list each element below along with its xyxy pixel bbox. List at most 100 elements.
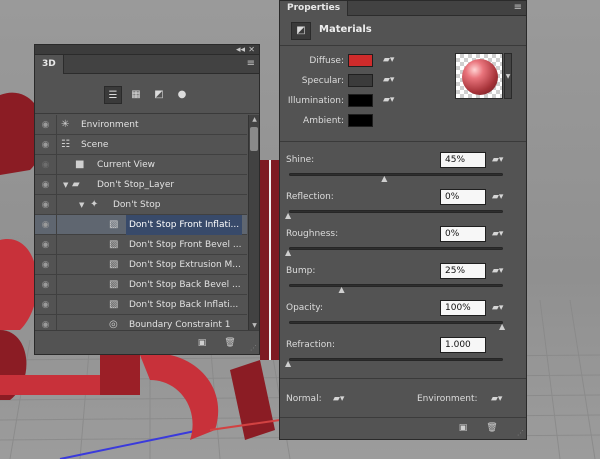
specular-texture-folder-icon[interactable]: ▰▾: [383, 74, 397, 86]
layer-name: Don't Stop Back Bevel ...: [129, 280, 241, 290]
expand-toggle-icon[interactable]: ▼: [63, 175, 68, 195]
visibility-eye-icon[interactable]: ◉: [35, 175, 57, 195]
refraction-slider-track[interactable]: [289, 358, 503, 361]
panel-menu-icon[interactable]: ≡: [247, 59, 255, 69]
panel-menu-icon[interactable]: ≡: [514, 3, 522, 13]
visibility-eye-icon[interactable]: ◉: [35, 155, 57, 175]
render-icon[interactable]: ▣: [456, 421, 470, 435]
section-header: ◩ Materials: [280, 16, 526, 46]
roughness-field[interactable]: 0%: [440, 226, 486, 242]
roughness-slider-thumb[interactable]: ▲: [285, 249, 293, 257]
bump-texture-folder-icon[interactable]: ▰▾: [492, 265, 506, 277]
visibility-eye-icon[interactable]: ◉: [35, 295, 57, 315]
reflection-slider-track[interactable]: [289, 210, 503, 213]
layer-name: Don't Stop_Layer: [97, 180, 175, 190]
layer-row[interactable]: ◉ ▧ Don't Stop Front Bevel ...: [35, 235, 247, 255]
diffuse-swatch[interactable]: [348, 54, 373, 67]
layer-name: Don't Stop: [113, 200, 161, 210]
shine-slider-track[interactable]: [289, 173, 503, 176]
diffuse-row: Diffuse:: [280, 54, 344, 68]
opacity-label: Opacity:: [286, 303, 323, 313]
delete-icon[interactable]: 🗑: [223, 336, 237, 350]
opacity-slider-thumb[interactable]: ▲: [499, 323, 507, 331]
double-chevron-icon[interactable]: ◂◂: [236, 45, 245, 55]
layer-row[interactable]: ◉ ✳ Environment: [35, 115, 247, 135]
refraction-slider-thumb[interactable]: ▲: [285, 360, 293, 368]
refraction-field[interactable]: 1.000: [440, 337, 486, 353]
reflection-slider-thumb[interactable]: ▲: [285, 212, 293, 220]
reflection-field[interactable]: 0%: [440, 189, 486, 205]
whole-scene-icon[interactable]: ☰: [104, 86, 122, 104]
constraint-icon: ◎: [109, 319, 118, 330]
illumination-label: Illumination:: [287, 96, 344, 106]
specular-label: Specular:: [301, 76, 344, 86]
new-item-icon[interactable]: ▣: [195, 336, 209, 350]
material-sphere-preview: [462, 59, 498, 95]
roughness-label: Roughness:: [286, 229, 339, 239]
expand-toggle-icon[interactable]: ▼: [79, 195, 84, 215]
layer-row[interactable]: ◉ ▼ ✦ Don't Stop: [35, 195, 247, 215]
illumination-swatch[interactable]: [348, 94, 373, 107]
tab-properties[interactable]: Properties: [280, 1, 349, 16]
tab-3d[interactable]: 3D: [35, 55, 64, 74]
ambient-row: Ambient:: [280, 114, 344, 128]
close-icon[interactable]: ✕: [248, 45, 255, 55]
layer-name: Don't Stop Extrusion M...: [129, 260, 241, 270]
visibility-eye-icon[interactable]: ◉: [35, 315, 57, 331]
camera-icon: ■: [75, 159, 85, 170]
scroll-thumb[interactable]: [250, 127, 258, 151]
material-preview[interactable]: [455, 53, 503, 99]
meshes-icon[interactable]: ▦: [127, 86, 145, 104]
normal-folder-icon[interactable]: ▰▾: [333, 393, 347, 405]
bump-field[interactable]: 25%: [440, 263, 486, 279]
shine-field[interactable]: 45%: [440, 152, 486, 168]
lights-icon[interactable]: ●: [173, 86, 191, 104]
diffuse-texture-folder-icon[interactable]: ▰▾: [383, 54, 397, 66]
layer-row[interactable]: ◉ ▧ Don't Stop Extrusion M...: [35, 255, 247, 275]
visibility-eye-icon[interactable]: ◉: [35, 215, 57, 235]
visibility-eye-icon[interactable]: ◉: [35, 115, 57, 135]
illumination-texture-folder-icon[interactable]: ▰▾: [383, 94, 397, 106]
panel-footer: ▣ 🗑 ⋰: [35, 330, 259, 354]
layer-row[interactable]: ◉ ◎ Boundary Constraint 1: [35, 315, 247, 331]
environment-folder-icon[interactable]: ▰▾: [491, 393, 505, 405]
specular-swatch[interactable]: [348, 74, 373, 87]
bump-slider-thumb[interactable]: ▲: [339, 286, 347, 294]
layer-row[interactable]: ◉ ■ Current View: [35, 155, 247, 175]
opacity-field[interactable]: 100%: [440, 300, 486, 316]
visibility-eye-icon[interactable]: ◉: [35, 135, 57, 155]
section-title: Materials: [319, 24, 372, 35]
layer-row[interactable]: ◉ ▧ Don't Stop Back Inflati...: [35, 295, 247, 315]
layer-row[interactable]: ◉ ▧ Don't Stop Front Inflati...: [35, 215, 247, 235]
layer-row[interactable]: ◉ ▧ Don't Stop Back Bevel ...: [35, 275, 247, 295]
layer-list-scrollbar[interactable]: ▲ ▼: [248, 115, 259, 331]
opacity-slider-track[interactable]: [289, 321, 503, 324]
opacity-texture-folder-icon[interactable]: ▰▾: [492, 302, 506, 314]
panel-titlebar[interactable]: ◂◂ ✕: [35, 45, 259, 55]
visibility-eye-icon[interactable]: ◉: [35, 275, 57, 295]
material-picker-chevron-icon[interactable]: ▼: [504, 53, 512, 99]
resize-grip-icon[interactable]: ⋰: [250, 344, 257, 352]
materials-icon[interactable]: ◩: [291, 22, 311, 40]
scroll-up-icon[interactable]: ▲: [249, 115, 260, 125]
shine-slider-thumb[interactable]: ▲: [381, 175, 389, 183]
resize-grip-icon[interactable]: ⋰: [517, 429, 524, 437]
layer-name: Environment: [81, 120, 139, 130]
reflection-texture-folder-icon[interactable]: ▰▾: [492, 191, 506, 203]
layer-row[interactable]: ◉ ▼ ▰ Don't Stop_Layer: [35, 175, 247, 195]
visibility-eye-icon[interactable]: ◉: [35, 195, 57, 215]
ambient-swatch[interactable]: [348, 114, 373, 127]
tab-bar: Properties ≡: [280, 1, 526, 16]
shine-texture-folder-icon[interactable]: ▰▾: [492, 154, 506, 166]
roughness-texture-folder-icon[interactable]: ▰▾: [492, 228, 506, 240]
visibility-eye-icon[interactable]: ◉: [35, 235, 57, 255]
materials-icon[interactable]: ◩: [150, 86, 168, 104]
layer-name: Boundary Constraint 1: [129, 320, 231, 330]
layer-row[interactable]: ◉ ☷ Scene: [35, 135, 247, 155]
folder-icon: ▰: [72, 179, 80, 190]
delete-icon[interactable]: 🗑: [485, 421, 499, 435]
bump-slider-track[interactable]: [289, 284, 503, 287]
visibility-eye-icon[interactable]: ◉: [35, 255, 57, 275]
maps-row: Normal: ▰▾ Environment: ▰▾: [280, 387, 526, 411]
roughness-slider-track[interactable]: [289, 247, 503, 250]
